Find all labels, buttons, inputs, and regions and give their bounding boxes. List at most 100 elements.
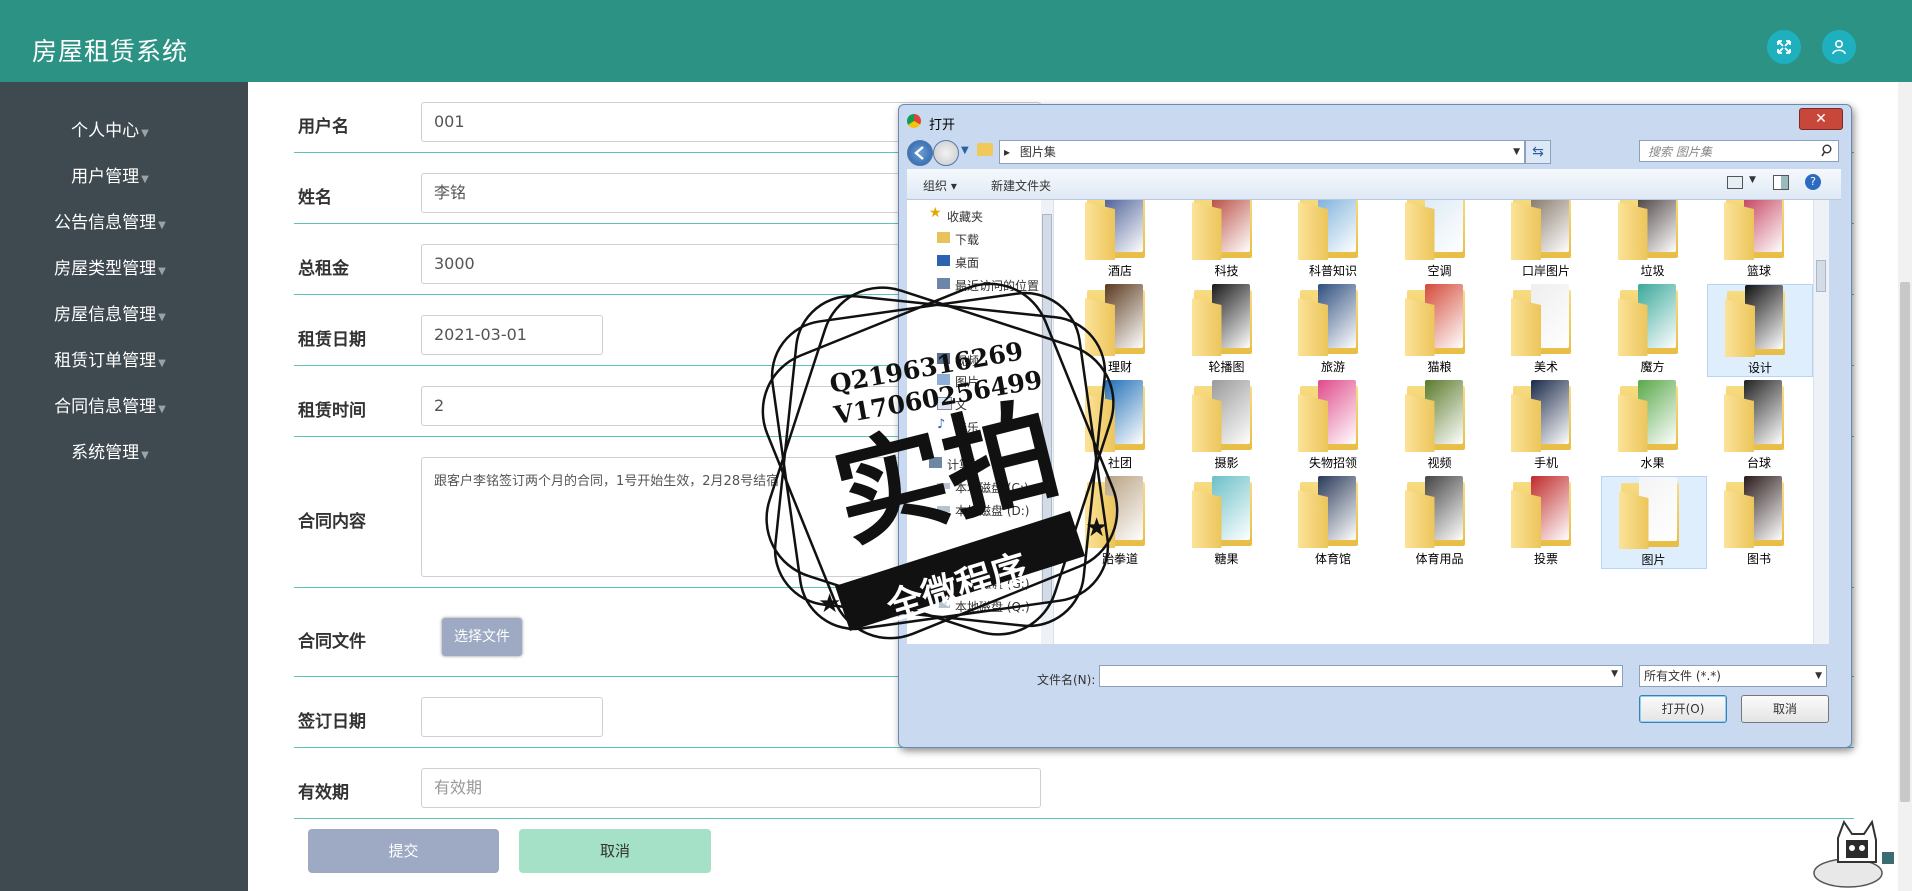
file-type-select[interactable]: 所有文件 (*.*) ▼ xyxy=(1639,665,1827,687)
help-icon[interactable]: ? xyxy=(1805,174,1821,190)
folder-item[interactable]: 空调 xyxy=(1388,200,1492,279)
dialog-cancel-button[interactable]: 取消 xyxy=(1741,695,1829,723)
sidebar-item-contracts[interactable]: 合同信息管理 ▼ xyxy=(0,392,220,417)
sidebar-item-orders[interactable]: 租赁订单管理 ▼ xyxy=(0,346,220,371)
sidebar-item-houses[interactable]: 房屋信息管理 ▼ xyxy=(0,300,220,325)
search-input[interactable]: 搜索 图片集 xyxy=(1639,140,1839,162)
back-button[interactable] xyxy=(907,140,933,166)
folder-item[interactable]: 魔方 xyxy=(1601,284,1705,375)
folder-item[interactable]: 设计 xyxy=(1707,284,1813,377)
folder-label: 水果 xyxy=(1640,456,1665,470)
address-bar[interactable]: ▸ 图片集 ▼ xyxy=(999,140,1525,164)
folder-label: 图书 xyxy=(1746,552,1771,566)
folder-icon xyxy=(1511,200,1581,260)
sidebar-item-house-types[interactable]: 房屋类型管理 ▼ xyxy=(0,254,220,279)
folder-item[interactable]: 篮球 xyxy=(1707,200,1811,279)
new-folder-button[interactable]: 新建文件夹 xyxy=(991,177,1051,194)
folder-label: 轮播图 xyxy=(1208,360,1245,374)
search-icon[interactable] xyxy=(1821,143,1833,162)
rent-label: 总租金 xyxy=(298,259,349,279)
folder-item[interactable]: 旅游 xyxy=(1281,284,1385,375)
folder-item[interactable]: 投票 xyxy=(1494,476,1598,567)
divider xyxy=(294,818,1854,819)
star-icon: ★ xyxy=(1085,513,1108,543)
sidebar-item-label: 个人中心 xyxy=(71,121,140,141)
folder-icon xyxy=(1298,380,1368,452)
sign-date-field[interactable] xyxy=(421,697,603,737)
caret-down-icon: ▼ xyxy=(158,358,166,369)
dialog-close-button[interactable]: ✕ xyxy=(1799,108,1843,130)
folder-item[interactable]: 美术 xyxy=(1494,284,1598,375)
caret-down-icon: ▼ xyxy=(158,404,166,415)
folder-icon xyxy=(1617,200,1688,260)
scroll-thumb[interactable] xyxy=(1900,282,1910,802)
sidebar-item-label: 用户管理 xyxy=(71,167,140,187)
sidebar-item-personal[interactable]: 个人中心 ▼ xyxy=(0,116,220,141)
folder-item[interactable]: 口岸图片 xyxy=(1494,200,1598,279)
cancel-button[interactable]: 取消 xyxy=(519,829,711,873)
filename-input[interactable]: ▼ xyxy=(1099,665,1623,687)
organize-button[interactable]: 组织 ▾ xyxy=(923,177,957,194)
choose-file-button[interactable]: 选择文件 xyxy=(442,618,522,656)
view-options-icon[interactable] xyxy=(1727,176,1743,189)
user-button[interactable] xyxy=(1822,30,1856,64)
validity-field[interactable]: 有效期 xyxy=(421,768,1041,808)
content-scroll-thumb[interactable] xyxy=(1816,260,1826,292)
folder-item[interactable]: 糖果 xyxy=(1175,476,1279,567)
lease-date-label: 租赁日期 xyxy=(298,330,366,350)
folder-item[interactable]: 视频 xyxy=(1388,380,1492,471)
fullscreen-button[interactable] xyxy=(1767,30,1801,64)
username-label: 用户名 xyxy=(298,117,349,137)
folder-item[interactable]: 垃圾 xyxy=(1601,200,1705,279)
folder-label: 口岸图片 xyxy=(1521,264,1570,278)
page-scrollbar[interactable] xyxy=(1898,82,1912,891)
folder-item[interactable]: 猫粮 xyxy=(1388,284,1492,375)
address-path: 图片集 xyxy=(1019,145,1056,159)
address-dropdown-icon[interactable]: ▼ xyxy=(1513,141,1520,163)
folder-label: 设计 xyxy=(1747,361,1772,375)
lease-date-field[interactable]: 2021-03-01 xyxy=(421,315,603,355)
top-header: 房屋租赁系统 xyxy=(0,0,1912,82)
tree-item-downloads[interactable]: 下载 xyxy=(937,231,979,248)
folder-item[interactable]: 体育馆 xyxy=(1281,476,1385,567)
preview-pane-icon[interactable] xyxy=(1773,175,1789,190)
folder-icon xyxy=(1725,285,1795,357)
tree-item-favorites[interactable]: ★ 收藏夹 xyxy=(929,205,983,225)
view-dropdown-icon[interactable]: ▼ xyxy=(1749,175,1756,185)
folder-item[interactable]: 手机 xyxy=(1494,380,1598,471)
chevron-down-icon: ▼ xyxy=(1815,671,1822,681)
sidebar-item-label: 房屋信息管理 xyxy=(54,305,157,325)
folder-item[interactable]: 摄影 xyxy=(1175,380,1279,471)
folder-item[interactable]: 图片 xyxy=(1600,476,1707,569)
filename-dropdown-icon[interactable]: ▼ xyxy=(1611,669,1618,679)
back-arrow-icon xyxy=(914,146,924,160)
sidebar-item-users[interactable]: 用户管理 ▼ xyxy=(0,162,220,187)
folder-label: 科普知识 xyxy=(1308,264,1357,278)
folder-item[interactable]: 科技 xyxy=(1175,200,1279,279)
submit-button[interactable]: 提交 xyxy=(308,829,499,873)
sidebar-item-label: 系统管理 xyxy=(71,443,140,463)
folder-item[interactable]: 科普知识 xyxy=(1281,200,1385,279)
sidebar-item-system[interactable]: 系统管理 ▼ xyxy=(0,438,220,463)
folder-item[interactable]: 图书 xyxy=(1707,476,1811,567)
file-type-value: 所有文件 (*.*) xyxy=(1644,669,1721,683)
open-button[interactable]: 打开(O) xyxy=(1639,695,1727,723)
folder-item[interactable]: 轮播图 xyxy=(1175,284,1279,375)
chrome-icon xyxy=(907,114,921,128)
history-dropdown-icon[interactable]: ▼ xyxy=(961,145,969,156)
sign-date-label: 签订日期 xyxy=(298,712,366,732)
content-scrollbar[interactable] xyxy=(1813,200,1829,644)
refresh-button[interactable]: ⇆ xyxy=(1525,140,1551,164)
user-icon xyxy=(1832,39,1846,55)
watermark-stamp: Q2196316269 V17060256499 实拍 全微程序 ★ ★ xyxy=(761,282,1119,640)
folder-item[interactable]: 台球 xyxy=(1707,380,1811,471)
sidebar-item-notices[interactable]: 公告信息管理 ▼ xyxy=(0,208,220,233)
folder-label: 篮球 xyxy=(1746,264,1771,278)
folder-icon xyxy=(1191,380,1262,452)
folder-item[interactable]: 水果 xyxy=(1601,380,1705,471)
sidebar-item-label: 公告信息管理 xyxy=(54,213,157,233)
folder-item[interactable]: 体育用品 xyxy=(1388,476,1492,567)
folder-item[interactable]: 失物招领 xyxy=(1281,380,1385,471)
caret-down-icon: ▼ xyxy=(158,220,166,231)
forward-button[interactable] xyxy=(933,140,959,166)
